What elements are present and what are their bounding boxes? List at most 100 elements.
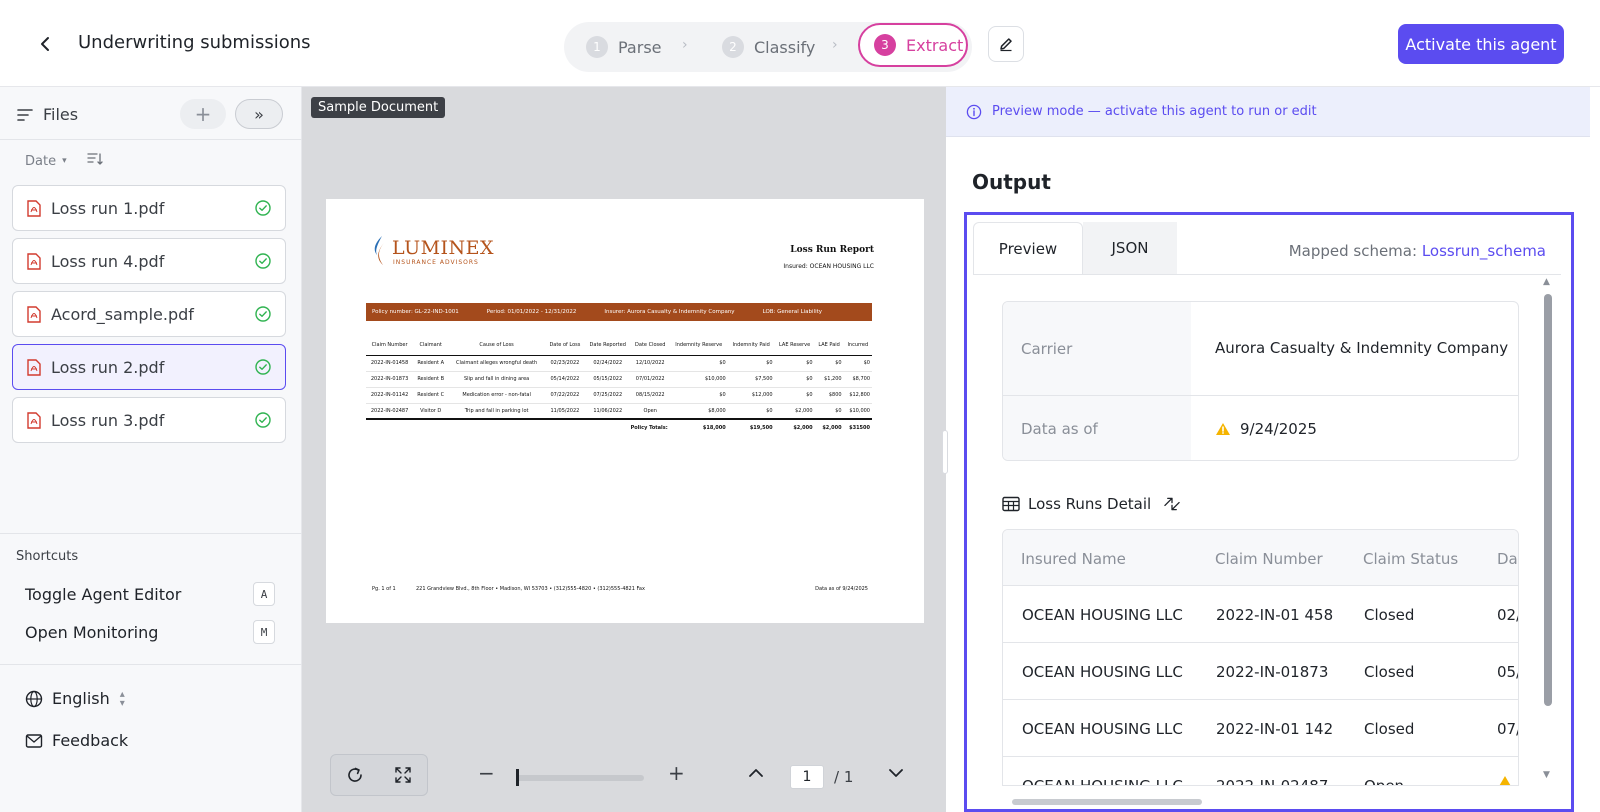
- document-page: LUMINEX INSURANCE ADVISORS Loss Run Repo…: [326, 199, 924, 623]
- report-insured: Insured: OCEAN HOUSING LLC: [783, 263, 874, 270]
- column-header: Indemnity Paid: [727, 335, 775, 356]
- page-number-input[interactable]: [790, 765, 824, 789]
- file-name: Loss run 4.pdf: [51, 251, 165, 271]
- scrollbar-thumb[interactable]: [1012, 799, 1202, 805]
- company-subtitle: INSURANCE ADVISORS: [393, 259, 479, 266]
- column-header: LAE Reserve: [774, 335, 815, 356]
- file-item[interactable]: Acord_sample.pdf: [12, 291, 286, 337]
- table-totals-row: Policy Totals: $18,000 $19,500 $2,000 $2…: [366, 419, 872, 435]
- table-icon: [1002, 496, 1020, 512]
- table-cell: 05/: [1497, 663, 1519, 681]
- table-cell: Closed: [1364, 663, 1415, 681]
- edit-button[interactable]: [988, 26, 1024, 62]
- tab-preview[interactable]: Preview: [973, 222, 1083, 274]
- scroll-up-arrow[interactable]: ▲: [1543, 277, 1550, 287]
- swap-icon[interactable]: [1163, 496, 1181, 512]
- step-classify[interactable]: 2 Classify: [722, 32, 815, 62]
- loss-runs-detail-table: Insured Name Claim Number Claim Status D…: [1002, 529, 1519, 786]
- chevron-down-icon[interactable]: [888, 765, 904, 785]
- document-footer-address: 221 Grandview Blvd., 8th Floor • Madison…: [416, 586, 645, 592]
- report-title: Loss Run Report: [790, 245, 874, 255]
- table-cell: $0: [814, 355, 844, 372]
- table-cell: OCEAN HOUSING LLC: [1022, 777, 1183, 786]
- vertical-scrollbar[interactable]: ▲ ▼: [1541, 277, 1555, 782]
- company-name: LUMINEX: [392, 237, 495, 259]
- table-cell: $0: [774, 355, 815, 372]
- mapped-schema-link[interactable]: Lossrun_schema: [1422, 242, 1546, 260]
- sort-label[interactable]: Date: [25, 154, 56, 169]
- scrollbar-thumb[interactable]: [1544, 294, 1552, 706]
- output-title: Output: [972, 170, 1051, 194]
- table-cell: $10,000: [669, 371, 728, 388]
- column-header: Date Reported: [584, 335, 631, 356]
- chevron-updown-icon: ▴ ▾: [119, 688, 125, 709]
- file-item[interactable]: Loss run 4.pdf: [12, 238, 286, 284]
- column-header: Indemnity Reserve: [669, 335, 728, 356]
- panel-resize-handle[interactable]: [942, 430, 948, 474]
- shortcut-toggle-agent-editor[interactable]: Toggle Agent Editor A: [25, 581, 275, 607]
- zoom-in-button[interactable]: +: [668, 761, 685, 785]
- file-item[interactable]: Loss run 3.pdf: [12, 397, 286, 443]
- table-cell: $2,000: [822, 424, 842, 431]
- add-file-button[interactable]: +: [180, 99, 226, 129]
- policy-info-bar: Policy number: GL-22-IND-1001 Period: 01…: [366, 303, 872, 321]
- table-row[interactable]: OCEAN HOUSING LLC 2022-IN-01873 Closed 0…: [1003, 643, 1519, 700]
- sort-control: Date ▾: [25, 152, 103, 170]
- file-name: Loss run 2.pdf: [51, 357, 165, 377]
- table-cell: $18,000: [702, 424, 726, 431]
- mail-icon: [25, 733, 43, 749]
- file-name: Loss run 1.pdf: [51, 198, 165, 218]
- scroll-down-arrow[interactable]: ▼: [1543, 770, 1550, 780]
- file-item[interactable]: Loss run 1.pdf: [12, 185, 286, 231]
- shortcut-open-monitoring[interactable]: Open Monitoring M: [25, 619, 275, 645]
- table-row: 2022-IN-01142 Resident C Medication erro…: [366, 387, 872, 404]
- column-header: Cause of Loss: [448, 335, 546, 356]
- step-label: Parse: [618, 37, 662, 57]
- horizontal-scrollbar[interactable]: [1002, 797, 1519, 807]
- language-selector[interactable]: English ▴ ▾: [25, 689, 125, 708]
- file-item-selected[interactable]: Loss run 2.pdf: [12, 344, 286, 390]
- field-key: Data as of: [1003, 396, 1191, 460]
- fullscreen-icon[interactable]: [393, 765, 413, 785]
- table-row[interactable]: OCEAN HOUSING LLC 2022-IN-02487 Open: [1003, 757, 1518, 786]
- step-parse[interactable]: 1 Parse: [586, 32, 662, 62]
- loss-runs-detail-header: Loss Runs Detail: [1002, 495, 1181, 513]
- pdf-file-icon: [27, 305, 41, 323]
- table-cell: Medication error - non-fatal: [448, 387, 546, 404]
- field-value-with-warning: 9/24/2025: [1191, 396, 1518, 460]
- double-chevron-icon[interactable]: »: [235, 99, 283, 129]
- check-circle-icon: [255, 412, 271, 428]
- divider: [0, 533, 302, 534]
- table-row[interactable]: OCEAN HOUSING LLC 2022-IN-01 458 Closed …: [1003, 586, 1518, 643]
- table-cell: $0: [814, 403, 844, 420]
- table-cell: 07/01/2022: [630, 371, 670, 388]
- step-extract[interactable]: 3 Extract: [858, 23, 968, 67]
- table-cell: 2022-IN-01 142: [1216, 720, 1334, 738]
- info-icon: [966, 104, 982, 120]
- table-cell: 05/14/2022: [545, 371, 585, 388]
- table-cell: 2022-IN-01142: [366, 387, 414, 404]
- table-cell: Trip and fall in parking lot: [448, 403, 546, 420]
- table-cell: Visitor D: [413, 403, 449, 420]
- table-cell: 07/: [1497, 720, 1519, 738]
- tab-json[interactable]: JSON: [1083, 222, 1177, 274]
- table-cell: $10,000: [843, 403, 872, 420]
- column-header: Claim Number: [366, 335, 414, 356]
- zoom-slider-thumb[interactable]: [516, 769, 519, 786]
- table-cell: Slip and fall in dining area: [448, 371, 546, 388]
- activate-agent-button[interactable]: Activate this agent: [1398, 24, 1564, 64]
- back-arrow-icon[interactable]: [32, 31, 58, 57]
- feedback-link[interactable]: Feedback: [25, 731, 128, 750]
- zoom-slider[interactable]: [516, 775, 644, 781]
- totals-label: Policy Totals:: [630, 424, 668, 431]
- table-header-row: Claim Number Claimant Cause of Loss Date…: [366, 335, 872, 356]
- table-cell: $2,000: [793, 424, 813, 431]
- sort-icon[interactable]: [86, 152, 103, 170]
- table-row[interactable]: OCEAN HOUSING LLC 2022-IN-01 142 Closed …: [1003, 700, 1519, 757]
- refresh-icon[interactable]: [345, 765, 365, 785]
- table-cell: OCEAN HOUSING LLC: [1022, 606, 1183, 624]
- zoom-out-button[interactable]: −: [478, 761, 495, 785]
- table-cell: 07/22/2022: [545, 387, 585, 404]
- chevron-down-icon[interactable]: ▾: [62, 156, 67, 166]
- chevron-up-icon[interactable]: [748, 765, 764, 785]
